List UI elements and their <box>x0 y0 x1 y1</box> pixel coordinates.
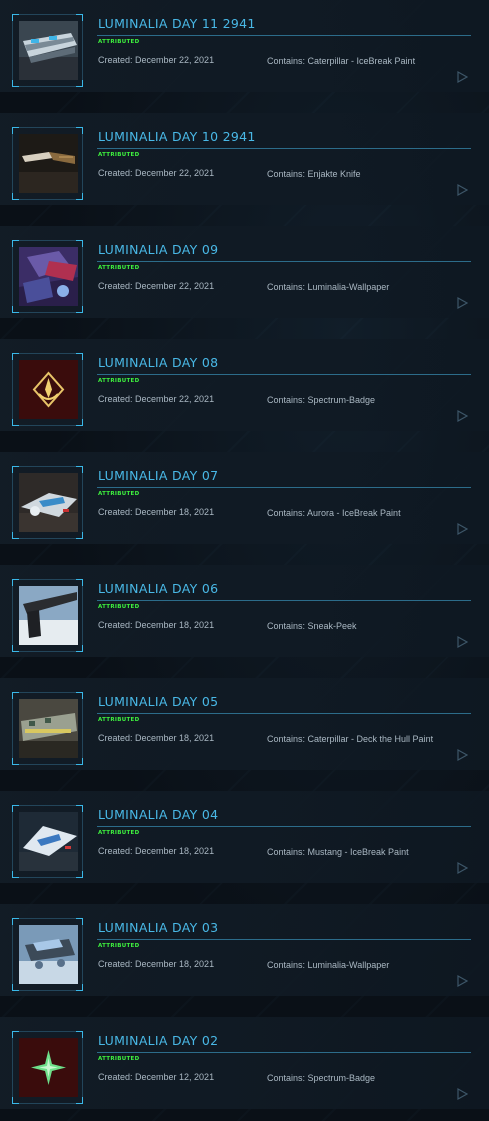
ship-hull-thumbnail <box>19 699 78 758</box>
ship-icebreak-thumbnail <box>19 21 78 80</box>
item-thumbnail-frame <box>12 14 83 87</box>
created-date: Created: December 22, 2021 <box>98 55 215 65</box>
title-divider <box>97 374 471 375</box>
list-item[interactable]: LUMINALIA DAY 02 ATTRIBUTED Created: Dec… <box>0 1017 489 1109</box>
status-badge: ATTRIBUTED <box>98 378 140 384</box>
created-date: Created: December 18, 2021 <box>98 846 215 856</box>
item-thumbnail-frame <box>12 353 83 426</box>
list-item[interactable]: LUMINALIA DAY 11 2941 ATTRIBUTED Created… <box>0 0 489 92</box>
item-title[interactable]: LUMINALIA DAY 10 2941 <box>98 129 256 144</box>
created-date: Created: December 18, 2021 <box>98 507 215 517</box>
item-title[interactable]: LUMINALIA DAY 04 <box>98 807 218 822</box>
status-badge: ATTRIBUTED <box>98 717 140 723</box>
status-badge: ATTRIBUTED <box>98 1056 140 1062</box>
contains-text: Contains: Luminalia-Wallpaper <box>267 282 390 292</box>
list-item[interactable]: LUMINALIA DAY 09 ATTRIBUTED Created: Dec… <box>0 226 489 318</box>
title-divider <box>97 261 471 262</box>
status-badge: ATTRIBUTED <box>98 39 140 45</box>
list-item[interactable]: LUMINALIA DAY 05 ATTRIBUTED Created: Dec… <box>0 678 489 770</box>
status-badge: ATTRIBUTED <box>98 491 140 497</box>
contains-text: Contains: Caterpillar - IceBreak Paint <box>267 56 416 66</box>
ship-aurora-thumbnail <box>19 473 78 532</box>
title-divider <box>97 826 471 827</box>
contains-text: Contains: Aurora - IceBreak Paint <box>267 508 401 518</box>
knife-thumbnail <box>19 134 78 193</box>
item-title[interactable]: LUMINALIA DAY 11 2941 <box>98 16 256 31</box>
item-thumbnail-frame <box>12 918 83 991</box>
item-title[interactable]: LUMINALIA DAY 09 <box>98 242 218 257</box>
list-item[interactable]: LUMINALIA DAY 08 ATTRIBUTED Created: Dec… <box>0 339 489 431</box>
status-badge: ATTRIBUTED <box>98 830 140 836</box>
ship-mustang-thumbnail <box>19 812 78 871</box>
created-date: Created: December 22, 2021 <box>98 394 215 404</box>
contains-text: Contains: Spectrum-Badge <box>267 395 376 405</box>
status-badge: ATTRIBUTED <box>98 152 140 158</box>
item-thumbnail-frame <box>12 1031 83 1104</box>
item-thumbnail-frame <box>12 579 83 652</box>
created-date: Created: December 18, 2021 <box>98 620 215 630</box>
play-arrow-icon[interactable] <box>456 862 468 874</box>
play-arrow-icon[interactable] <box>456 410 468 422</box>
contains-text: Contains: Mustang - IceBreak Paint <box>267 847 409 857</box>
play-arrow-icon[interactable] <box>456 636 468 648</box>
play-arrow-icon[interactable] <box>456 297 468 309</box>
item-title[interactable]: LUMINALIA DAY 08 <box>98 355 218 370</box>
play-arrow-icon[interactable] <box>456 523 468 535</box>
list-item[interactable]: LUMINALIA DAY 10 2941 ATTRIBUTED Created… <box>0 113 489 205</box>
play-arrow-icon[interactable] <box>456 184 468 196</box>
title-divider <box>97 939 471 940</box>
play-arrow-icon[interactable] <box>456 975 468 987</box>
title-divider <box>97 35 471 36</box>
list-item[interactable]: LUMINALIA DAY 04 ATTRIBUTED Created: Dec… <box>0 791 489 883</box>
created-date: Created: December 18, 2021 <box>98 733 215 743</box>
created-date: Created: December 22, 2021 <box>98 168 215 178</box>
play-arrow-icon[interactable] <box>456 71 468 83</box>
list-item[interactable]: LUMINALIA DAY 03 ATTRIBUTED Created: Dec… <box>0 904 489 996</box>
list-item[interactable]: LUMINALIA DAY 06 ATTRIBUTED Created: Dec… <box>0 565 489 657</box>
spectrum-badge-thumbnail <box>19 360 78 419</box>
created-date: Created: December 22, 2021 <box>98 281 215 291</box>
contains-text: Contains: Spectrum-Badge <box>267 1073 376 1083</box>
item-thumbnail-frame <box>12 127 83 200</box>
title-divider <box>97 600 471 601</box>
title-divider <box>97 487 471 488</box>
created-date: Created: December 18, 2021 <box>98 959 215 969</box>
play-arrow-icon[interactable] <box>456 749 468 761</box>
item-thumbnail-frame <box>12 805 83 878</box>
item-thumbnail-frame <box>12 692 83 765</box>
wallpaper-snow-thumbnail <box>19 925 78 984</box>
sneak-peek-thumbnail <box>19 586 78 645</box>
list-item[interactable]: LUMINALIA DAY 07 ATTRIBUTED Created: Dec… <box>0 452 489 544</box>
item-title[interactable]: LUMINALIA DAY 06 <box>98 581 218 596</box>
contains-text: Contains: Caterpillar - Deck the Hull Pa… <box>267 734 434 744</box>
spectrum-badge-thumbnail <box>19 1038 78 1097</box>
play-arrow-icon[interactable] <box>456 1088 468 1100</box>
wallpaper-thumbnail <box>19 247 78 306</box>
title-divider <box>97 1052 471 1053</box>
contains-text: Contains: Sneak-Peek <box>267 621 357 631</box>
item-title[interactable]: LUMINALIA DAY 05 <box>98 694 218 709</box>
status-badge: ATTRIBUTED <box>98 604 140 610</box>
item-title[interactable]: LUMINALIA DAY 03 <box>98 920 218 935</box>
title-divider <box>97 148 471 149</box>
item-title[interactable]: LUMINALIA DAY 02 <box>98 1033 218 1048</box>
created-date: Created: December 12, 2021 <box>98 1072 215 1082</box>
item-thumbnail-frame <box>12 240 83 313</box>
contains-text: Contains: Luminalia-Wallpaper <box>267 960 390 970</box>
item-thumbnail-frame <box>12 466 83 539</box>
title-divider <box>97 713 471 714</box>
item-title[interactable]: LUMINALIA DAY 07 <box>98 468 218 483</box>
status-badge: ATTRIBUTED <box>98 265 140 271</box>
contains-text: Contains: Enjakte Knife <box>267 169 361 179</box>
status-badge: ATTRIBUTED <box>98 943 140 949</box>
